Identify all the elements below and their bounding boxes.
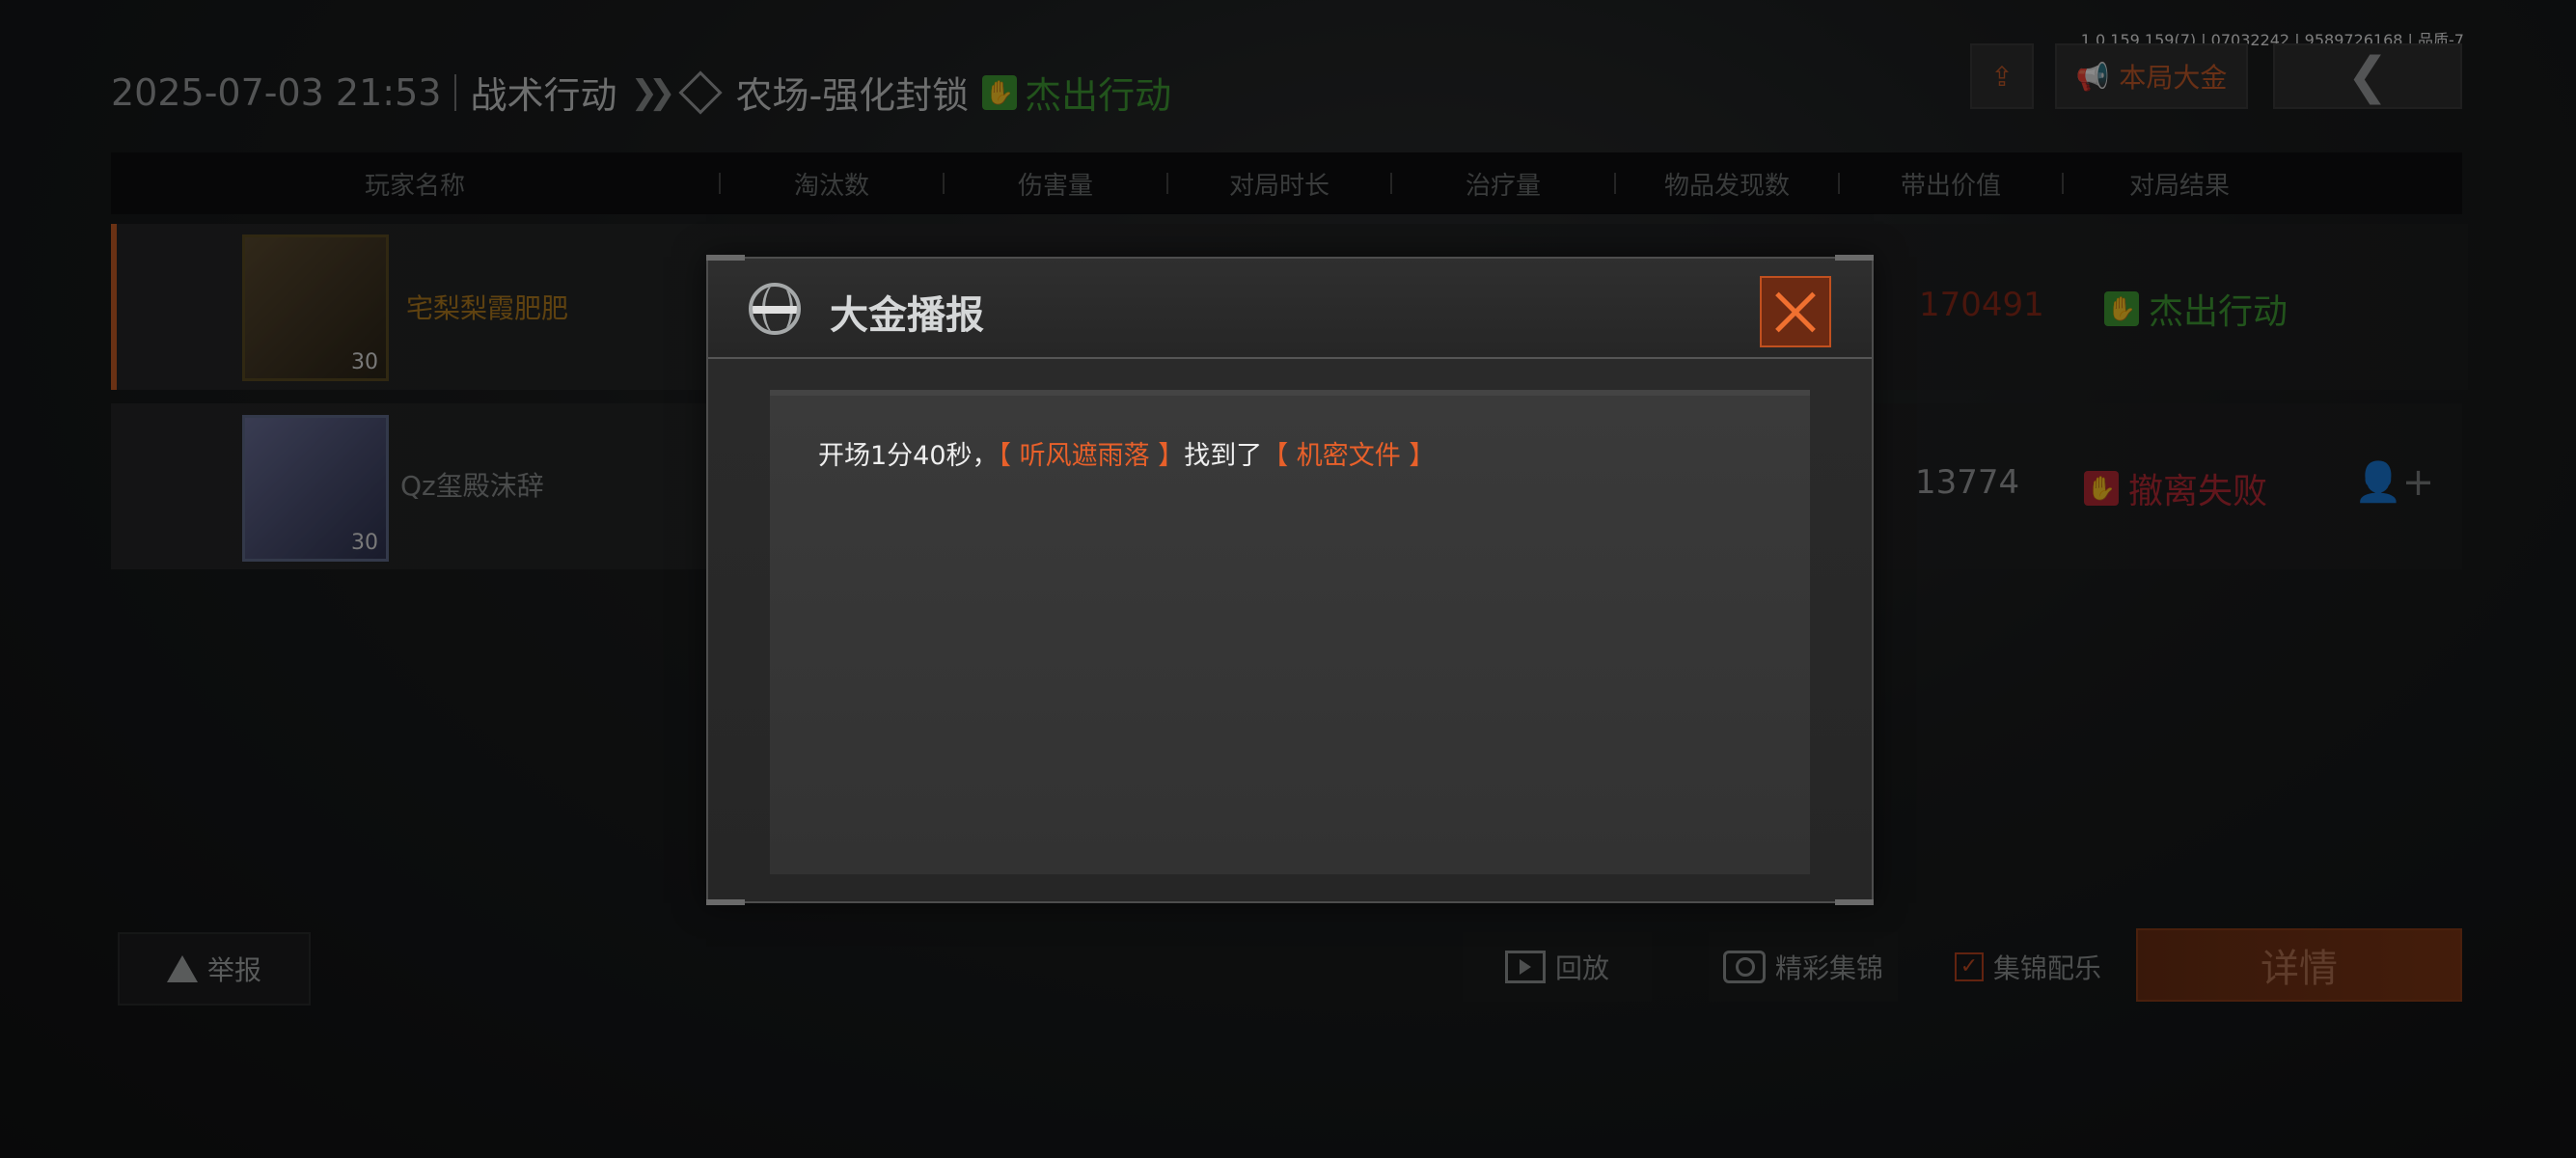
globe-icon <box>749 283 801 335</box>
message-item: 【 机密文件 】 <box>1262 441 1436 471</box>
close-button[interactable] <box>1760 276 1831 347</box>
message-middle: 找到了 <box>1184 441 1263 471</box>
frame-corner <box>706 899 745 905</box>
frame-corner <box>706 255 745 261</box>
broadcast-message: 开场1分40秒，【 听风遮雨落 】找到了【 机密文件 】 <box>818 434 1435 472</box>
dialog-content: 开场1分40秒，【 听风遮雨落 】找到了【 机密文件 】 <box>770 390 1810 874</box>
message-player: 【 听风遮雨落 】 <box>998 441 1185 471</box>
dialog-header: 大金播报 <box>708 259 1872 359</box>
gold-broadcast-dialog: 大金播报 开场1分40秒，【 听风遮雨落 】找到了【 机密文件 】 <box>706 255 1874 905</box>
frame-corner <box>1835 255 1874 261</box>
dialog-title: 大金播报 <box>830 293 984 338</box>
message-prefix: 开场1分40秒， <box>818 441 999 471</box>
frame-corner <box>1835 899 1874 905</box>
